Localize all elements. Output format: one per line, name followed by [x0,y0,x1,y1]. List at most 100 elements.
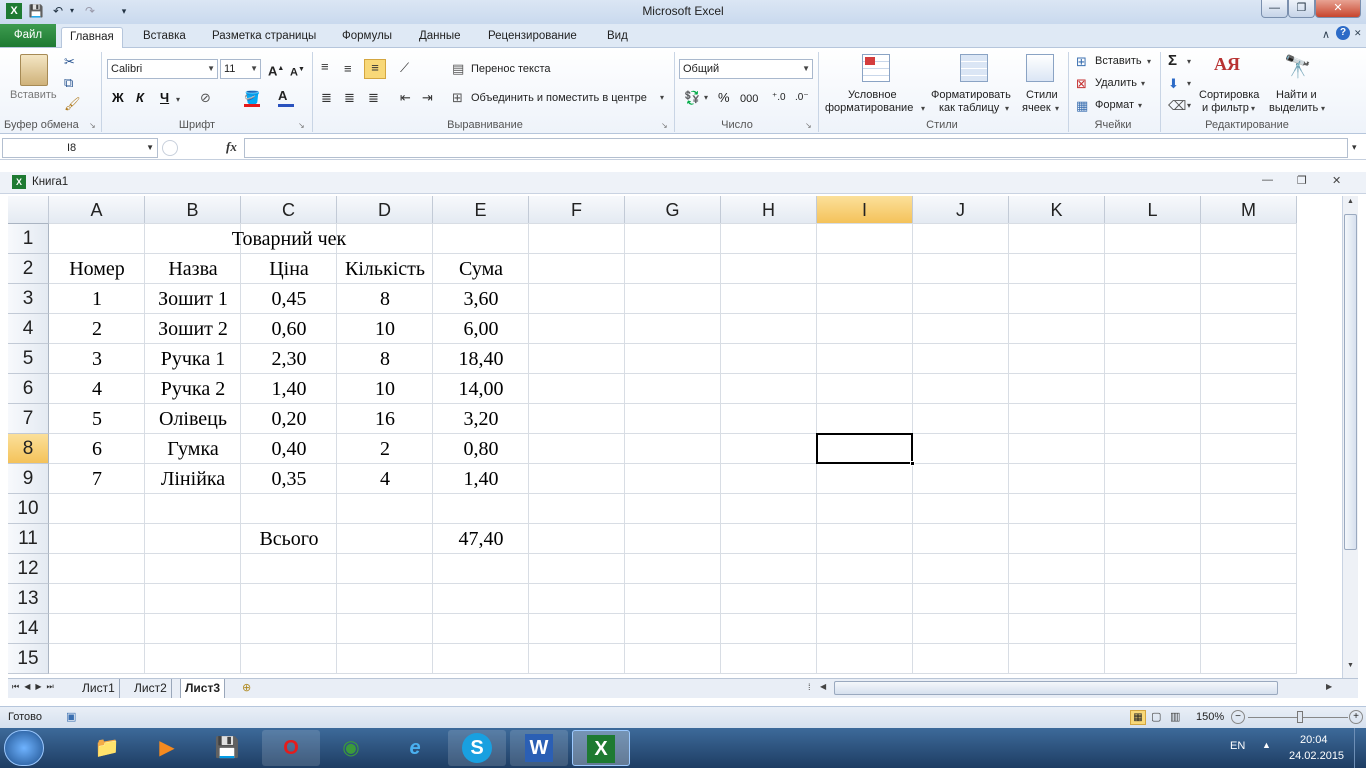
chevron-down-icon[interactable]: ▾ [1055,104,1059,113]
excel-taskbar-icon[interactable]: X [572,730,630,766]
row-header-12[interactable]: 12 [8,554,49,584]
minimize-button[interactable]: — [1261,0,1288,18]
scroll-right-icon[interactable]: ▶ [1326,682,1332,691]
conditional-formatting-icon[interactable] [862,54,890,82]
thousands-button[interactable]: 000 [740,91,758,107]
row-header-1[interactable]: 1 [8,224,49,254]
data-cell[interactable]: 10 [337,374,433,404]
merge-center-icon[interactable]: ⊞ [452,90,463,106]
data-cell[interactable]: Зошит 1 [145,284,241,314]
paste-button[interactable]: Вставить [10,89,57,101]
data-cell[interactable]: 4 [49,374,145,404]
cut-icon[interactable]: ✂ [64,54,75,70]
language-indicator[interactable]: EN [1230,740,1245,752]
data-cell[interactable]: Лінійка [145,464,241,494]
column-header-a[interactable]: A [49,196,145,224]
data-cell[interactable]: 0,35 [241,464,337,494]
merge-center-button[interactable]: Объединить и поместить в центре [471,92,647,104]
clipboard-launcher-icon[interactable]: ↘ [89,121,96,130]
chevron-down-icon[interactable]: ▾ [921,104,925,113]
sheet-tab-3-active[interactable]: Лист3 [180,679,226,698]
workbook-icon[interactable]: X [12,175,26,189]
alignment-launcher-icon[interactable]: ↘ [661,121,668,130]
chevron-down-icon[interactable]: ▾ [704,93,708,102]
select-all-corner[interactable] [8,196,49,224]
chevron-down-icon[interactable]: ▾ [1005,104,1009,113]
skype-icon[interactable]: S [448,730,506,766]
data-cell[interactable]: Гумка [145,434,241,464]
percent-button[interactable]: % [718,90,730,106]
paste-icon[interactable] [20,54,48,86]
cell-styles-icon[interactable] [1026,54,1054,82]
spreadsheet-grid[interactable]: A B C D E F G H I J K L M 1 2 3 4 5 6 7 8 9 10 11 12 13 14 15 Товарн… [8,196,1342,676]
italic-button[interactable]: К [136,90,144,106]
header-cell[interactable]: Кількість [337,254,433,284]
data-cell[interactable]: Олівець [145,404,241,434]
find-select-label-1[interactable]: Найти и [1276,89,1317,101]
column-header-i[interactable]: I [817,196,913,224]
row-header-9[interactable]: 9 [8,464,49,494]
currency-icon[interactable]: 💱 [684,90,700,106]
tab-home[interactable]: Главная [61,27,123,48]
orientation-icon[interactable]: ⟋ [400,60,409,76]
conditional-formatting-label-1[interactable]: Условное [848,89,897,101]
data-cell[interactable]: 2,30 [241,344,337,374]
expand-formula-bar-icon[interactable]: ▾ [1352,142,1357,153]
column-header-b[interactable]: B [145,196,241,224]
data-cell[interactable]: 3 [49,344,145,374]
chevron-down-icon[interactable]: ▾ [1187,101,1191,110]
row-header-14[interactable]: 14 [8,614,49,644]
column-header-j[interactable]: J [913,196,1009,224]
clear-icon[interactable]: ⌫ [1168,98,1186,114]
scroll-down-icon[interactable]: ▼ [1345,662,1356,676]
format-as-table-label-2[interactable]: как таблицу [939,102,999,114]
data-cell[interactable]: 6,00 [433,314,529,344]
sort-filter-label-2[interactable]: и фильтр [1202,102,1249,114]
start-button[interactable] [4,730,44,766]
font-launcher-icon[interactable]: ↘ [298,121,305,130]
sheet-tab-1[interactable]: Лист1 [78,679,120,698]
grow-font-icon[interactable]: A▲ [268,61,284,79]
row-header-3[interactable]: 3 [8,284,49,314]
align-middle-icon[interactable]: ≡ [344,61,352,77]
sheet-title-cell[interactable]: Товарний чек [49,224,529,254]
column-header-c[interactable]: C [241,196,337,224]
align-bottom-icon[interactable]: ≡ [364,59,386,79]
workbook-close-icon[interactable]: ✕ [1332,174,1341,187]
delete-cells-icon[interactable]: ⊠ [1076,76,1087,92]
row-header-10[interactable]: 10 [8,494,49,524]
workbook-restore-icon[interactable]: ❐ [1297,174,1307,187]
find-select-icon[interactable]: 🔭 [1284,54,1311,80]
conditional-formatting-label-2[interactable]: форматирование [825,102,913,114]
column-header-f[interactable]: F [529,196,625,224]
workbook-close-icon[interactable]: ✕ [1354,28,1362,39]
data-cell[interactable]: 8 [337,344,433,374]
explorer-icon[interactable]: 📁 [78,730,136,766]
selected-cell[interactable] [816,433,913,464]
increase-decimal-icon[interactable]: ⁺.0 [772,90,786,106]
row-header-13[interactable]: 13 [8,584,49,614]
shrink-font-icon[interactable]: A▼ [290,62,305,81]
zoom-level[interactable]: 150% [1196,711,1224,723]
sort-filter-label-1[interactable]: Сортировка [1199,89,1259,101]
header-cell[interactable]: Номер [49,254,145,284]
minimize-ribbon-icon[interactable]: ∧ [1322,28,1330,41]
underline-button[interactable]: Ч [160,90,169,106]
data-cell[interactable]: 0,60 [241,314,337,344]
opera-icon[interactable]: O [262,730,320,766]
number-launcher-icon[interactable]: ↘ [805,121,812,130]
format-painter-icon[interactable]: 🖌 [64,96,81,112]
format-cells-icon[interactable]: ▦ [1076,98,1088,114]
row-header-15[interactable]: 15 [8,644,49,674]
tab-file[interactable]: Файл [0,24,56,47]
data-cell[interactable]: 7 [49,464,145,494]
underline-dropdown-icon[interactable]: ▾ [176,92,180,108]
data-cell[interactable]: 10 [337,314,433,344]
data-cell[interactable]: 5 [49,404,145,434]
chevron-down-icon[interactable]: ▾ [1187,79,1191,88]
scroll-left-icon[interactable]: ◀ [820,682,826,691]
data-cell[interactable]: 0,40 [241,434,337,464]
data-cell[interactable]: 4 [337,464,433,494]
data-cell[interactable]: 2 [337,434,433,464]
column-header-m[interactable]: M [1201,196,1297,224]
